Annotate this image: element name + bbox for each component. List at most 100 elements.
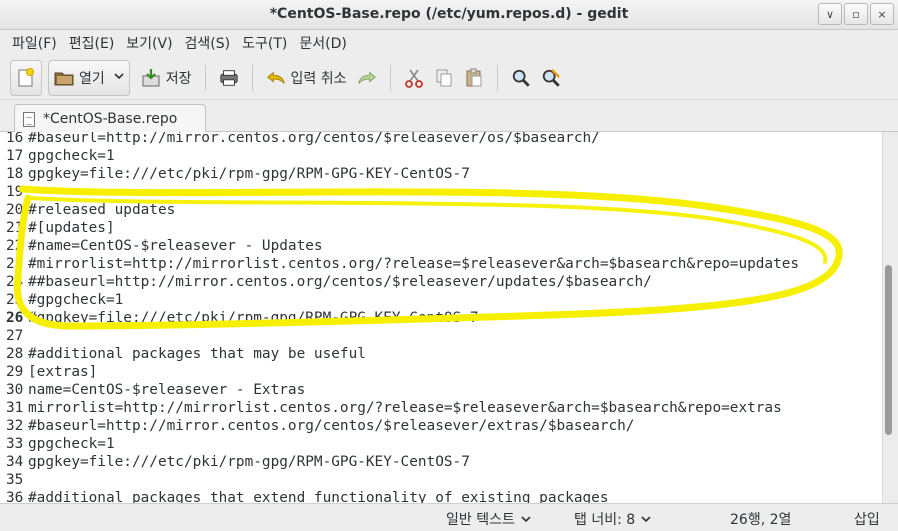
line-number: 16 xyxy=(6,132,24,146)
line-number: 17 xyxy=(6,148,24,164)
code-text: #name=CentOS-$releasever - Updates xyxy=(28,238,323,254)
code-text: #gpgkey=file:///etc/pki/rpm-gpg/RPM-GPG-… xyxy=(28,310,479,326)
line-number: 22 xyxy=(6,238,24,254)
find-button[interactable] xyxy=(506,60,536,96)
text-editor[interactable]: 16 #baseurl=http://mirror.centos.org/cent… xyxy=(0,132,882,503)
paste-button[interactable] xyxy=(459,60,489,96)
line-number: 29 xyxy=(6,364,24,380)
code-text: #gpgcheck=1 xyxy=(28,292,124,308)
copy-button[interactable] xyxy=(429,60,459,96)
new-document-button[interactable] xyxy=(10,59,42,96)
code-line[interactable]: 24 ##baseurl=http://mirror.centos.org/cen… xyxy=(0,273,652,291)
code-line[interactable]: 19 xyxy=(0,183,28,201)
close-button[interactable]: × xyxy=(870,3,894,25)
cursor-position-label: 26행, 2열 xyxy=(730,512,792,528)
document-icon xyxy=(23,111,35,127)
code-line[interactable]: 34 gpgkey=file:///etc/pki/rpm-gpg/RPM-GPG… xyxy=(0,453,470,471)
save-button-label: 저장 xyxy=(165,70,192,87)
code-line[interactable]: 33 gpgcheck=1 xyxy=(0,435,115,453)
open-button-label: 열기 xyxy=(79,70,105,87)
undo-icon xyxy=(266,68,286,88)
code-line[interactable]: 32 #baseurl=http://mirror.centos.org/cent… xyxy=(0,417,634,435)
tab-centos-base-repo[interactable]: *CentOS-Base.repo xyxy=(14,104,206,133)
code-line[interactable]: 30 name=CentOS-$releasever - Extras xyxy=(0,381,305,399)
code-line[interactable]: 29 [extras] xyxy=(0,363,97,381)
status-bar: 일반 텍스트 탭 너비: 8 26행, 2열 삽입 xyxy=(0,503,898,531)
tab-width-selector[interactable]: 탭 너비: 8 xyxy=(574,509,651,529)
cut-button[interactable] xyxy=(399,60,429,96)
menu-edit[interactable]: 편집(E) xyxy=(63,33,121,53)
code-text: [extras] xyxy=(28,364,98,380)
code-line[interactable]: 20 #released updates xyxy=(0,201,175,219)
line-number: 25 xyxy=(6,292,24,308)
line-number: 35 xyxy=(6,472,24,488)
code-text: #baseurl=http://mirror.centos.org/centos… xyxy=(28,418,635,434)
code-text: name=CentOS-$releasever - Extras xyxy=(28,382,306,398)
syntax-label: 일반 텍스트 xyxy=(446,512,515,528)
code-line[interactable]: 23 #mirrorlist=http://mirrorlist.centos.o… xyxy=(0,255,799,273)
redo-button[interactable] xyxy=(352,60,382,96)
code-text: gpgcheck=1 xyxy=(28,148,115,164)
toolbar-separator xyxy=(204,64,206,91)
code-text: #baseurl=http://mirror.centos.org/centos… xyxy=(28,132,600,146)
code-line[interactable]: 17 gpgcheck=1 xyxy=(0,147,115,165)
menu-file[interactable]: 파일(F) xyxy=(6,33,63,53)
code-line[interactable]: 31 mirrorlist=http://mirrorlist.centos.or… xyxy=(0,399,782,417)
save-button[interactable]: 저장 xyxy=(136,60,197,96)
minimize-button[interactable]: ∨ xyxy=(818,3,842,25)
code-text: ##baseurl=http://mirror.centos.org/cento… xyxy=(28,274,652,290)
line-number: 21 xyxy=(6,220,24,236)
line-number: 34 xyxy=(6,454,24,470)
undo-button[interactable]: 입력 취소 xyxy=(261,60,352,96)
syntax-selector[interactable]: 일반 텍스트 xyxy=(446,509,531,529)
document-tab-strip: *CentOS-Base.repo xyxy=(0,100,898,133)
open-button[interactable]: 열기 xyxy=(48,59,130,96)
find-replace-icon xyxy=(541,68,561,88)
code-line[interactable]: 35 xyxy=(0,471,28,489)
code-line[interactable]: 21 #[updates] xyxy=(0,219,115,237)
code-text: #[updates] xyxy=(28,220,115,236)
line-number: 30 xyxy=(6,382,24,398)
window-controls: ∨ ▫ × xyxy=(818,3,894,25)
chevron-down-icon[interactable] xyxy=(114,72,124,83)
print-button[interactable] xyxy=(214,60,244,96)
code-line[interactable]: 26 #gpgkey=file:///etc/pki/rpm-gpg/RPM-GP… xyxy=(0,309,479,327)
chevron-down-icon xyxy=(521,513,531,526)
code-line[interactable]: 36 #additional packages that extend funct… xyxy=(0,489,608,503)
maximize-button[interactable]: ▫ xyxy=(844,3,868,25)
cursor-position: 26행, 2열 xyxy=(730,509,791,529)
code-line[interactable]: 18 gpgkey=file:///etc/pki/rpm-gpg/RPM-GPG… xyxy=(0,165,470,183)
save-icon xyxy=(141,68,161,88)
line-number: 36 xyxy=(6,490,24,503)
line-number: 24 xyxy=(6,274,24,290)
insert-mode-label: 삽입 xyxy=(854,512,880,528)
line-number: 20 xyxy=(6,202,24,218)
folder-icon xyxy=(54,68,74,88)
window-title: *CentOS-Base.repo (/etc/yum.repos.d) - g… xyxy=(269,6,629,22)
code-line[interactable]: 28 #additional packages that may be usefu… xyxy=(0,345,366,363)
line-number: 27 xyxy=(6,328,24,344)
redo-icon xyxy=(357,68,377,88)
copy-icon xyxy=(434,68,454,88)
code-text: #additional packages that extend functio… xyxy=(28,490,609,503)
line-number: 28 xyxy=(6,346,24,362)
code-line[interactable]: 16 #baseurl=http://mirror.centos.org/cent… xyxy=(0,132,600,147)
toolbar-separator xyxy=(496,64,498,91)
menu-tools[interactable]: 도구(T) xyxy=(236,33,293,53)
menu-documents[interactable]: 문서(D) xyxy=(293,33,352,53)
code-text: #released updates xyxy=(28,202,176,218)
new-document-icon xyxy=(16,67,36,88)
menu-search[interactable]: 검색(S) xyxy=(179,33,237,53)
find-replace-button[interactable] xyxy=(536,60,566,96)
code-line[interactable]: 27 xyxy=(0,327,28,345)
line-number: 23 xyxy=(6,256,24,272)
code-line[interactable]: 22 #name=CentOS-$releasever - Updates xyxy=(0,237,323,255)
menu-view[interactable]: 보기(V) xyxy=(120,33,178,53)
tab-width-label: 탭 너비: 8 xyxy=(574,512,636,528)
scrollbar-thumb[interactable] xyxy=(885,265,892,435)
insert-mode: 삽입 xyxy=(854,509,880,529)
line-number: 19 xyxy=(6,184,24,200)
code-text: #mirrorlist=http://mirrorlist.centos.org… xyxy=(28,256,800,272)
paste-icon xyxy=(464,68,484,88)
code-line[interactable]: 25 #gpgcheck=1 xyxy=(0,291,123,309)
